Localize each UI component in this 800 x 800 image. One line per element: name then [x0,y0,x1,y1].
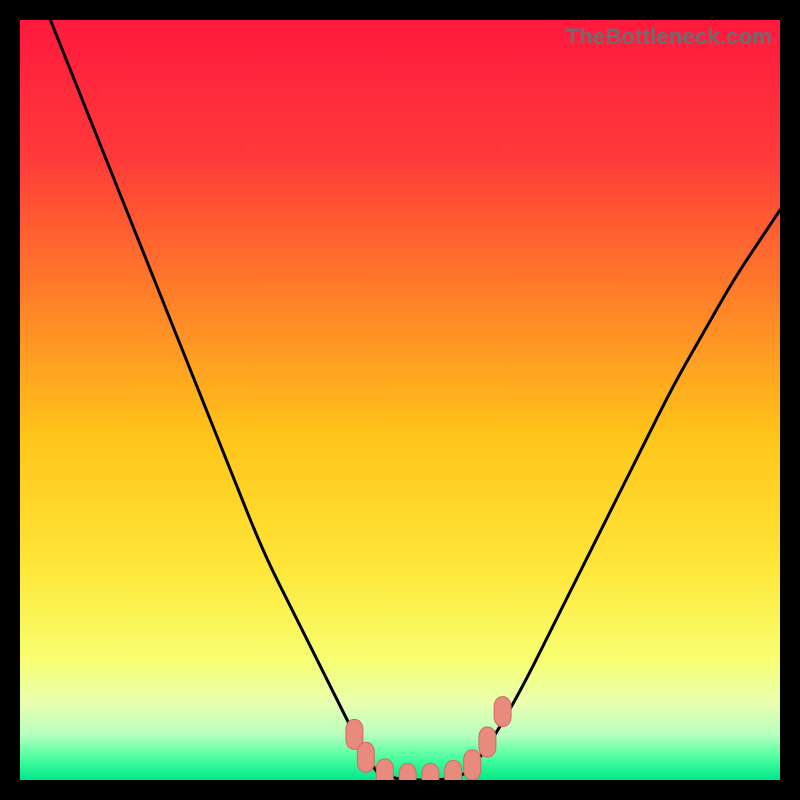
valley-marker [422,764,439,781]
chart-frame: TheBottleneck.com [20,20,780,780]
valley-marker [494,697,511,727]
bottleneck-chart [20,20,780,780]
valley-marker [464,750,481,780]
valley-marker [479,727,496,757]
valley-marker [376,759,393,780]
valley-marker [399,764,416,781]
watermark-text: TheBottleneck.com [566,24,772,50]
valley-marker [357,742,374,772]
valley-marker [445,760,462,780]
